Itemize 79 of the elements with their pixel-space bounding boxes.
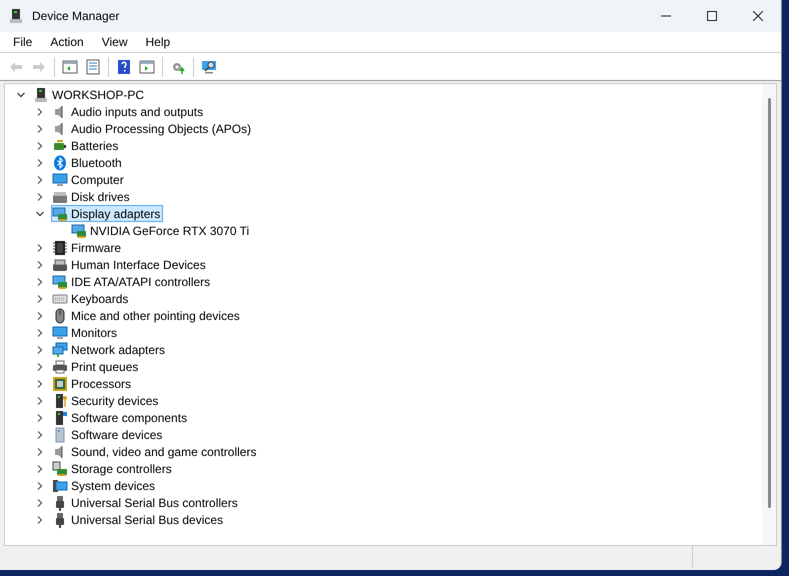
- monitor-icon: [52, 172, 68, 188]
- tree-item[interactable]: Universal Serial Bus devices: [51, 511, 226, 528]
- processor-icon: [52, 376, 68, 392]
- expand-chevron-icon[interactable]: [35, 446, 45, 456]
- tree-item[interactable]: Universal Serial Bus controllers: [51, 494, 241, 511]
- expand-chevron-icon[interactable]: [35, 362, 45, 372]
- monitor-icon: [52, 324, 68, 340]
- expand-chevron-icon[interactable]: [35, 464, 45, 474]
- display-card-icon: [71, 222, 87, 238]
- close-icon: [753, 11, 763, 21]
- system-icon: [52, 478, 68, 494]
- tree-item[interactable]: Batteries: [51, 137, 122, 154]
- collapse-chevron-icon[interactable]: [16, 90, 26, 100]
- tree-item[interactable]: Monitors: [51, 324, 120, 341]
- tree-item[interactable]: System devices: [51, 477, 158, 494]
- expand-chevron-icon[interactable]: [35, 378, 45, 388]
- tree-item[interactable]: Audio Processing Objects (APOs): [51, 120, 254, 137]
- menu-item[interactable]: File: [4, 33, 42, 51]
- tree-item[interactable]: Display adapters: [51, 205, 164, 222]
- tree-item[interactable]: IDE ATA/ATAPI controllers: [51, 273, 214, 290]
- expand-chevron-icon[interactable]: [35, 260, 45, 270]
- expand-chevron-icon[interactable]: [35, 344, 45, 354]
- tree-item[interactable]: Keyboards: [51, 290, 132, 307]
- tree-item[interactable]: Security devices: [51, 392, 162, 409]
- expand-chevron-icon[interactable]: [35, 106, 45, 116]
- collapse-chevron-icon[interactable]: [35, 208, 45, 218]
- tree-item[interactable]: Processors: [51, 375, 134, 392]
- expand-chevron-icon[interactable]: [35, 192, 45, 202]
- tree-item[interactable]: Computer: [51, 171, 127, 188]
- tree-item[interactable]: Human Interface Devices: [51, 256, 209, 273]
- display-card-icon: [52, 206, 68, 222]
- chip-icon: [52, 240, 68, 256]
- tree-item[interactable]: Print queues: [51, 358, 142, 375]
- tree-item[interactable]: Software devices: [51, 426, 166, 443]
- expand-chevron-icon[interactable]: [35, 276, 45, 286]
- expand-chevron-icon[interactable]: [35, 140, 45, 150]
- storage-card-icon: [52, 460, 68, 476]
- monitor-magnifier-icon: [201, 58, 217, 74]
- maximize-icon: [707, 11, 717, 21]
- expand-chevron-icon[interactable]: [35, 498, 45, 508]
- tree-item[interactable]: Software components: [51, 409, 190, 426]
- menu-item[interactable]: View: [92, 33, 136, 51]
- window-title: Device Manager: [32, 8, 120, 25]
- tree-item[interactable]: Network adapters: [51, 341, 168, 358]
- expand-chevron-icon[interactable]: [35, 480, 45, 490]
- expand-chevron-icon[interactable]: [35, 412, 45, 422]
- tree-item[interactable]: Audio inputs and outputs: [51, 103, 206, 120]
- controller-card-icon: [52, 274, 68, 290]
- expand-chevron-icon[interactable]: [35, 124, 45, 134]
- tree-item[interactable]: Mice and other pointing devices: [51, 307, 243, 324]
- help-icon: [116, 58, 132, 74]
- computer-tower-icon: [33, 86, 49, 102]
- expand-chevron-icon[interactable]: [35, 396, 45, 406]
- bluetooth-icon: [52, 154, 68, 170]
- expand-chevron-icon[interactable]: [35, 514, 45, 524]
- expand-chevron-icon[interactable]: [35, 430, 45, 440]
- tree-item[interactable]: Sound, video and game controllers: [51, 443, 260, 460]
- document-icon: [85, 58, 101, 74]
- expand-chevron-icon[interactable]: [35, 158, 45, 168]
- menu-item[interactable]: Action: [41, 33, 93, 51]
- expand-chevron-icon[interactable]: [35, 174, 45, 184]
- tree-item[interactable]: NVIDIA GeForce RTX 3070 Ti: [70, 222, 252, 239]
- tree-item[interactable]: WORKSHOP-PC: [32, 86, 148, 103]
- network-icon: [52, 342, 68, 358]
- printer-icon: [52, 358, 68, 374]
- tree-item[interactable]: Disk drives: [51, 188, 133, 205]
- computer-tower-icon: [8, 8, 24, 24]
- expand-chevron-icon[interactable]: [35, 310, 45, 320]
- tree-item[interactable]: Storage controllers: [51, 460, 175, 477]
- minimize-icon: [661, 15, 671, 17]
- menu-item[interactable]: Help: [136, 33, 180, 51]
- scrollbar[interactable]: [762, 84, 776, 545]
- panel-icon: [62, 58, 78, 74]
- expand-chevron-icon[interactable]: [35, 294, 45, 304]
- tree-item[interactable]: Firmware: [51, 239, 124, 256]
- expand-chevron-icon[interactable]: [35, 242, 45, 252]
- tree-item[interactable]: Bluetooth: [51, 154, 125, 171]
- panel-icon: [139, 58, 155, 74]
- expand-chevron-icon[interactable]: [35, 328, 45, 338]
